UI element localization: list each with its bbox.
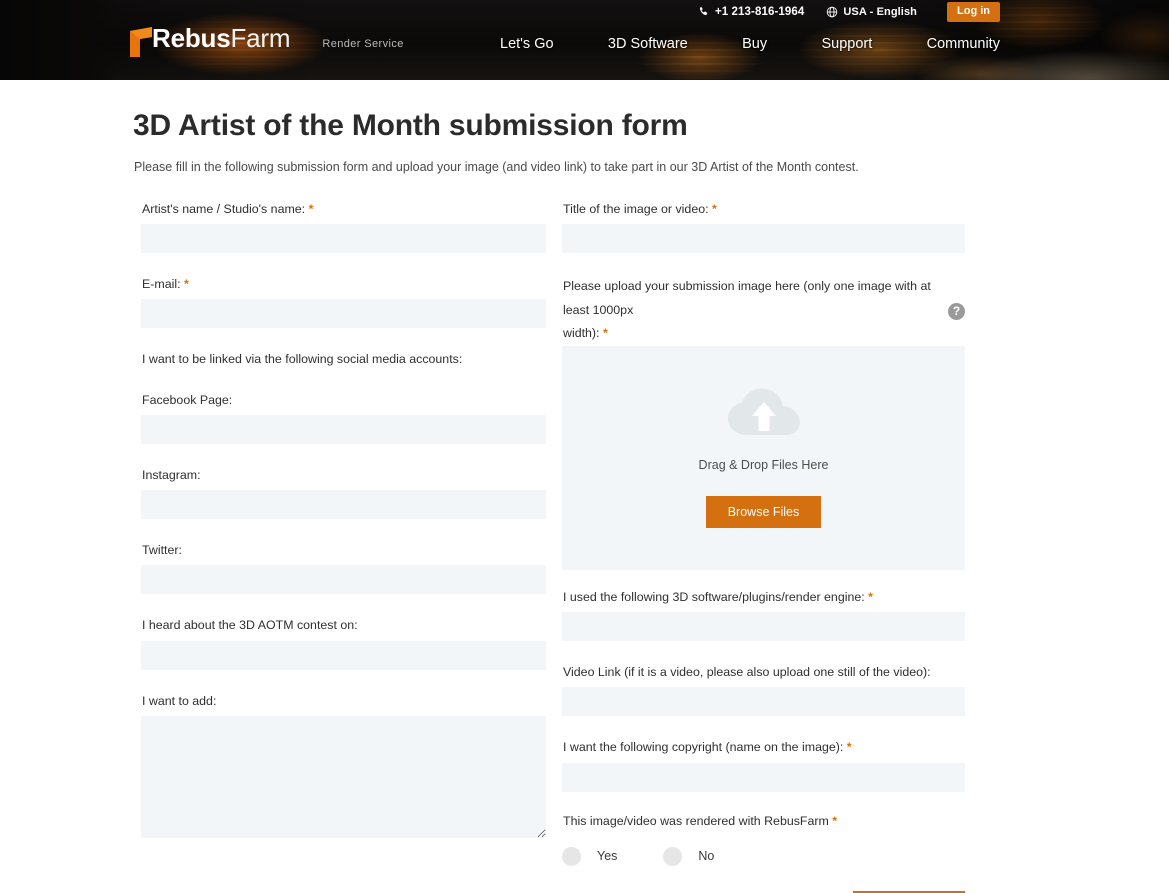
upload-label-row: Please upload your submission image here…	[562, 275, 965, 346]
field-heard-about: I heard about the 3D AOTM contest on:	[141, 616, 546, 670]
rendered-with-radio-group: Yes No	[562, 836, 965, 866]
facebook-label: Facebook Page:	[142, 392, 233, 407]
field-software: I used the following 3D software/plugins…	[562, 588, 965, 642]
required-marker: *	[868, 589, 873, 604]
site-header: RebusFarm Render Service +1 213-816-1964	[0, 0, 1169, 80]
required-marker: *	[846, 740, 852, 755]
artist-name-input[interactable]	[141, 224, 546, 254]
heard-about-input[interactable]	[141, 640, 546, 670]
software-label: I used the following 3D software/plugins…	[562, 588, 965, 612]
radio-dot-yes[interactable]	[562, 846, 581, 866]
title-label-text: Title of the image or video:	[563, 202, 709, 216]
required-marker: *	[832, 813, 838, 828]
phone-number-text: +1 213-816-1964	[714, 6, 805, 18]
email-label: E-mail: *	[141, 275, 546, 299]
form-column-right: Title of the image or video: * Please up…	[562, 200, 965, 893]
required-marker: *	[602, 326, 608, 341]
field-want-to-add: I want to add:	[141, 692, 546, 838]
nav-item-buy[interactable]: Buy	[742, 36, 767, 52]
header-utility-bar: +1 213-816-1964 USA - English Log in	[639, 1, 1169, 23]
artist-name-label: Artist's name / Studio's name: *	[141, 200, 546, 224]
want-to-add-textarea[interactable]	[141, 715, 546, 838]
nav-item-community[interactable]: Community	[927, 36, 1000, 52]
radio-option-yes[interactable]: Yes	[562, 846, 618, 866]
software-label-text: I used the following 3D software/plugins…	[563, 589, 865, 604]
page-intro-text: Please fill in the following submission …	[134, 160, 859, 174]
rebus-bracket-logo-icon	[128, 27, 154, 57]
cloud-upload-icon	[727, 387, 801, 444]
instagram-input[interactable]	[141, 490, 546, 520]
twitter-label: Twitter:	[142, 543, 182, 558]
help-question-icon[interactable]: ?	[948, 303, 965, 321]
copyright-input[interactable]	[562, 762, 965, 792]
form-column-left: Artist's name / Studio's name: * E-mail:…	[141, 200, 546, 838]
phone-icon	[698, 6, 710, 18]
field-facebook: Facebook Page:	[141, 391, 546, 444]
logo-word-light: Farm	[230, 23, 291, 53]
upload-label-line2-text: width):	[563, 326, 600, 341]
email-label-text: E-mail:	[142, 277, 181, 292]
field-title: Title of the image or video: *	[562, 200, 965, 254]
copyright-label: I want the following copyright (name on …	[562, 738, 965, 762]
field-artist-name: Artist's name / Studio's name: *	[141, 200, 546, 254]
required-marker: *	[712, 202, 717, 216]
radio-label-no: No	[698, 849, 715, 864]
heard-about-label: I heard about the 3D AOTM contest on:	[142, 618, 358, 633]
instagram-label: Instagram:	[142, 467, 201, 482]
field-instagram: Instagram:	[141, 466, 546, 520]
phone-number[interactable]: +1 213-816-1964	[698, 6, 804, 18]
dropzone-instruction: Drag & Drop Files Here	[698, 458, 829, 473]
title-label: Title of the image or video: *	[562, 200, 965, 224]
video-link-input[interactable]	[562, 687, 965, 717]
globe-icon	[826, 6, 838, 18]
upload-label-line2: width): *	[562, 322, 931, 346]
facebook-input[interactable]	[141, 414, 546, 444]
nav-item-lets-go[interactable]: Let's Go	[500, 36, 554, 52]
main-navigation: Let's Go 3D Software Buy Support Communi…	[500, 36, 1000, 52]
logo-word-bold: Rebus	[152, 23, 231, 53]
email-input[interactable]	[141, 299, 546, 329]
radio-option-no[interactable]: No	[663, 846, 715, 866]
artist-name-label-text: Artist's name / Studio's name:	[142, 202, 306, 216]
rendered-with-label: This image/video was rendered with Rebus…	[562, 812, 965, 836]
want-to-add-label: I want to add:	[142, 693, 217, 708]
field-rendered-with-rebusfarm: This image/video was rendered with Rebus…	[562, 812, 965, 866]
browse-files-button[interactable]: Browse Files	[705, 496, 822, 529]
site-logo[interactable]: RebusFarm Render Service	[128, 23, 404, 57]
logo-wordmark: RebusFarm	[152, 23, 297, 53]
field-copyright: I want the following copyright (name on …	[562, 738, 965, 792]
radio-label-yes: Yes	[597, 849, 618, 864]
radio-dot-no[interactable]	[663, 846, 683, 866]
field-twitter: Twitter:	[141, 541, 546, 595]
nav-item-support[interactable]: Support	[821, 36, 872, 52]
software-input[interactable]	[562, 612, 965, 642]
nav-item-3d-software[interactable]: 3D Software	[608, 36, 688, 52]
upload-label-line1: Please upload your submission image here…	[563, 279, 931, 317]
field-video-link: Video Link (if it is a video, please als…	[562, 663, 965, 717]
required-marker: *	[184, 277, 189, 292]
login-button[interactable]: Log in	[947, 1, 1000, 23]
rendered-with-label-text: This image/video was rendered with Rebus…	[563, 813, 829, 828]
title-input[interactable]	[562, 224, 965, 254]
copyright-label-text: I want the following copyright (name on …	[563, 740, 844, 755]
file-dropzone[interactable]: Drag & Drop Files Here Browse Files	[562, 345, 965, 570]
page-title: 3D Artist of the Month submission form	[133, 109, 688, 142]
language-label: USA - English	[843, 6, 917, 18]
logo-tagline: Render Service	[322, 38, 404, 50]
social-media-heading: I want to be linked via the following so…	[142, 352, 463, 367]
twitter-input[interactable]	[141, 565, 546, 595]
form-actions: Next	[562, 866, 965, 893]
language-selector[interactable]: USA - English	[826, 6, 917, 18]
field-email: E-mail: *	[141, 275, 546, 329]
required-marker: *	[308, 202, 314, 216]
video-link-label: Video Link (if it is a video, please als…	[563, 665, 931, 680]
